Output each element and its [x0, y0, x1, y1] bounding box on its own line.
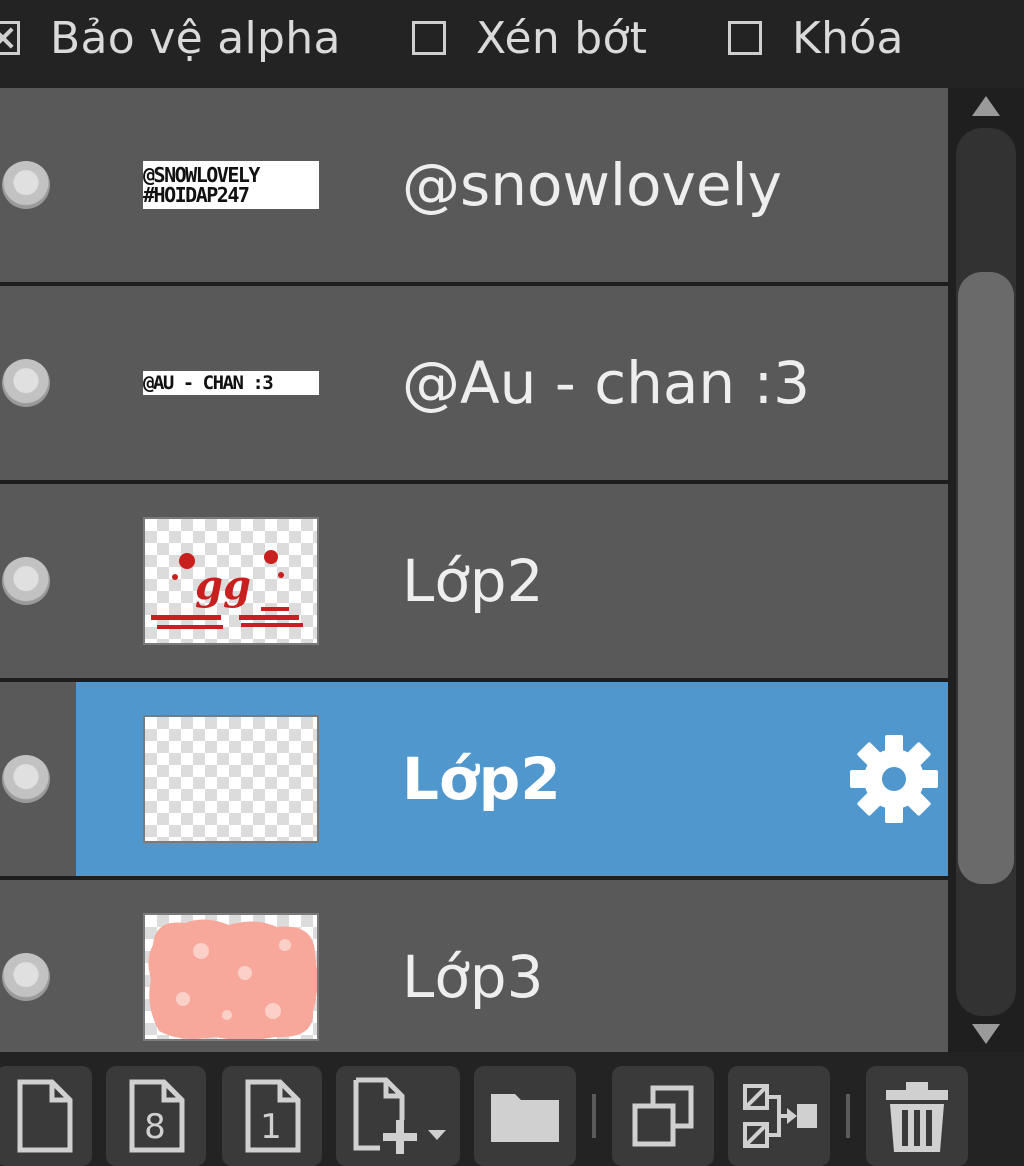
clipping-label: Xén bớt [476, 12, 648, 64]
layer-row-selected[interactable]: Lớp2 [0, 682, 948, 876]
clipping-checkbox[interactable] [412, 21, 446, 55]
lock-checkbox[interactable] [728, 21, 762, 55]
lock-option[interactable]: Khóa [728, 0, 904, 76]
new-1bit-layer-icon: 1 [245, 1079, 301, 1153]
gear-icon[interactable] [846, 731, 942, 827]
protect-alpha-label: Bảo vệ alpha [50, 12, 341, 64]
layer-name: @Au - chan :3 [402, 349, 811, 417]
layer-row[interactable]: gg Lớp2 [0, 484, 948, 678]
layer-toolbar: 8 1 [0, 1052, 1024, 1166]
layer-list-scrollbar[interactable] [948, 88, 1024, 1052]
layer-thumbnail [143, 715, 319, 843]
scroll-thumb[interactable] [958, 272, 1014, 884]
layer-thumbnail [143, 913, 319, 1041]
new-layer-button[interactable] [0, 1066, 92, 1166]
duplicate-layer-icon [632, 1085, 694, 1147]
layer-row[interactable]: Lớp3 [0, 880, 948, 1052]
protect-alpha-checkbox[interactable] [0, 21, 20, 55]
clipping-option[interactable]: Xén bớt [412, 0, 647, 76]
layer-row[interactable]: @AU - CHAN :3 @Au - chan :3 [0, 286, 948, 480]
scroll-down-arrow-icon[interactable] [972, 1024, 1000, 1044]
layer-name: Lớp3 [402, 943, 544, 1011]
new-8bit-layer-icon: 8 [129, 1079, 185, 1153]
thumbnail-text: @AU - CHAN :3 [143, 371, 274, 394]
layer-thumbnail: @SNOWLOVELY #HOIDAP247 [143, 161, 319, 209]
scroll-up-arrow-icon[interactable] [972, 96, 1000, 116]
visibility-toggle-icon[interactable] [2, 557, 50, 605]
layer-thumbnail: gg [143, 517, 319, 645]
visibility-toggle-icon[interactable] [2, 359, 50, 407]
layer-name: Lớp2 [402, 745, 561, 813]
layer-name: @snowlovely [402, 151, 782, 219]
add-layer-dropdown-icon [353, 1077, 446, 1154]
thumbnail-text: #HOIDAP247 [143, 183, 250, 207]
svg-text:gg: gg [195, 562, 251, 609]
layer-list: @SNOWLOVELY #HOIDAP247 @snowlovely @AU -… [0, 88, 948, 1052]
layer-options-bar: Bảo vệ alpha Xén bớt Khóa [0, 0, 1024, 88]
delete-layer-button[interactable] [866, 1066, 968, 1166]
folder-icon [491, 1094, 559, 1142]
lock-label: Khóa [792, 12, 904, 64]
icon-glyph: 1 [260, 1107, 282, 1147]
add-layer-dropdown-button[interactable] [336, 1066, 460, 1166]
trash-icon [886, 1082, 948, 1152]
new-8bit-layer-button[interactable]: 8 [106, 1066, 206, 1166]
duplicate-layer-button[interactable] [612, 1066, 714, 1166]
merge-down-button[interactable] [728, 1066, 830, 1166]
protect-alpha-option[interactable]: Bảo vệ alpha [0, 0, 341, 76]
visibility-toggle-icon[interactable] [2, 161, 50, 209]
new-1bit-layer-button[interactable]: 1 [222, 1066, 322, 1166]
gg-drawing-icon: gg [151, 550, 303, 629]
new-layer-icon [17, 1079, 73, 1153]
layer-row[interactable]: @SNOWLOVELY #HOIDAP247 @snowlovely [0, 88, 948, 282]
visibility-toggle-icon[interactable] [2, 953, 50, 1001]
layer-name: Lớp2 [402, 547, 544, 615]
merge-down-icon [743, 1084, 817, 1148]
icon-glyph: 8 [144, 1107, 166, 1147]
visibility-toggle-icon[interactable] [2, 755, 50, 803]
new-folder-button[interactable] [474, 1066, 576, 1166]
pink-blob-icon [148, 919, 317, 1039]
thumbnail-text: @SNOWLOVELY [143, 163, 260, 187]
layer-thumbnail: @AU - CHAN :3 [143, 371, 319, 395]
toolbar-separator [592, 1094, 596, 1138]
toolbar-separator [846, 1094, 850, 1138]
